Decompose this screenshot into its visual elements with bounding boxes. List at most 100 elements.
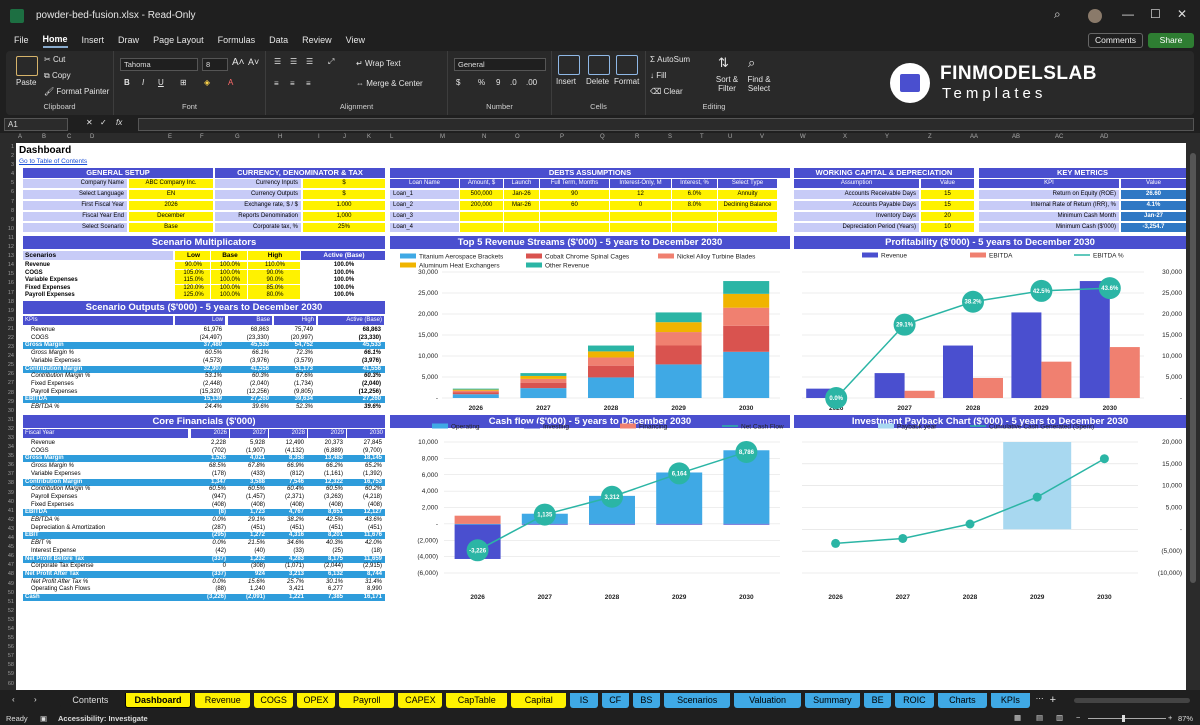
sort-filter-button[interactable]: Sort & Filter: [712, 75, 742, 93]
row-header[interactable]: 31: [0, 416, 16, 425]
row-header[interactable]: 32: [0, 425, 16, 434]
debts-cell[interactable]: 8.0%: [672, 201, 717, 210]
sheet-tab-bs[interactable]: BS: [632, 693, 660, 708]
debts-cell[interactable]: [610, 212, 671, 221]
orientation-icon[interactable]: ⤢: [328, 57, 334, 67]
menu-insert[interactable]: Insert: [82, 35, 105, 47]
sm-cell[interactable]: 120.0%: [175, 284, 210, 292]
column-header[interactable]: O: [515, 134, 520, 140]
column-header[interactable]: AB: [1012, 134, 1020, 140]
row-header[interactable]: 46: [0, 552, 16, 561]
row-header[interactable]: 6: [0, 188, 16, 197]
worksheet[interactable]: Dashboard Go to Table of Contents GENERA…: [16, 143, 1186, 690]
wc-input[interactable]: 10: [921, 223, 974, 232]
debts-cell[interactable]: [718, 223, 777, 232]
column-header[interactable]: Y: [885, 134, 889, 140]
column-header[interactable]: I: [318, 134, 320, 140]
font-name-select[interactable]: Tahoma: [120, 58, 198, 71]
column-header[interactable]: C: [67, 134, 71, 140]
row-header[interactable]: 47: [0, 561, 16, 570]
row-header[interactable]: 30: [0, 407, 16, 416]
debts-cell[interactable]: [672, 223, 717, 232]
column-header[interactable]: A: [18, 134, 22, 140]
sheet-tab-dashboard[interactable]: Dashboard: [124, 693, 192, 708]
confirm-icon[interactable]: ✓: [100, 118, 107, 127]
sm-cell[interactable]: 90.0%: [248, 269, 300, 277]
column-header[interactable]: AC: [1055, 134, 1063, 140]
column-header[interactable]: L: [390, 134, 393, 140]
row-header[interactable]: 41: [0, 507, 16, 516]
sheet-tab-is[interactable]: IS: [570, 693, 598, 708]
row-header[interactable]: 55: [0, 634, 16, 643]
sheet-tab-cogs[interactable]: COGS: [254, 693, 293, 708]
column-header[interactable]: P: [560, 134, 564, 140]
search-icon[interactable]: ⌕: [1054, 7, 1061, 22]
close-icon[interactable]: ✕: [1177, 7, 1187, 21]
column-header[interactable]: W: [800, 134, 806, 140]
align-top-icon[interactable]: ☰: [274, 57, 281, 66]
sm-cell[interactable]: 110.0%: [248, 262, 300, 269]
column-header[interactable]: X: [843, 134, 847, 140]
row-header[interactable]: 3: [0, 161, 16, 170]
sheet-tab-kpis[interactable]: KPIs: [991, 693, 1030, 708]
menu-file[interactable]: File: [14, 35, 29, 47]
menu-home[interactable]: Home: [42, 34, 68, 48]
merge-center-button[interactable]: ⇔ Merge & Center: [356, 79, 423, 88]
row-header[interactable]: 49: [0, 580, 16, 589]
sheet-tab-revenue[interactable]: Revenue: [195, 693, 251, 708]
currency-input[interactable]: 1,000: [303, 212, 385, 221]
row-header[interactable]: 2: [0, 152, 16, 161]
fx-icon[interactable]: fx: [116, 118, 122, 127]
debts-cell[interactable]: Annuity: [718, 190, 777, 199]
zoom-in-icon[interactable]: +: [1168, 713, 1172, 722]
setup-input[interactable]: December: [129, 212, 213, 221]
font-color-icon[interactable]: A: [228, 78, 233, 87]
row-header[interactable]: 53: [0, 616, 16, 625]
debts-cell[interactable]: [460, 223, 503, 232]
debts-cell[interactable]: Mar-26: [504, 201, 539, 210]
row-header[interactable]: 39: [0, 489, 16, 498]
decrease-decimal-icon[interactable]: .00: [526, 78, 537, 87]
sheet-tab-capital[interactable]: Capital: [511, 693, 567, 708]
row-header[interactable]: 12: [0, 243, 16, 252]
comma-icon[interactable]: 9: [496, 78, 500, 87]
row-header[interactable]: 13: [0, 252, 16, 261]
menu-data[interactable]: Data: [269, 35, 288, 47]
column-header[interactable]: T: [700, 134, 704, 140]
add-sheet-icon[interactable]: +: [1050, 694, 1056, 706]
vertical-scrollbar[interactable]: [1186, 143, 1200, 690]
sm-cell[interactable]: 100.0%: [211, 262, 247, 269]
zoom-level[interactable]: 87%: [1178, 714, 1193, 723]
row-header[interactable]: 59: [0, 670, 16, 679]
page-break-icon[interactable]: ▥: [1056, 713, 1063, 722]
sheet-tab-charts[interactable]: Charts: [937, 693, 988, 708]
format-button[interactable]: Format: [614, 77, 639, 86]
row-header[interactable]: 5: [0, 179, 16, 188]
setup-input[interactable]: Base: [129, 223, 213, 232]
sm-cell[interactable]: 80.0%: [248, 292, 300, 299]
row-header[interactable]: 9: [0, 216, 16, 225]
sheet-tab-roic[interactable]: ROIC: [895, 693, 934, 708]
horizontal-scrollbar[interactable]: [1073, 698, 1190, 703]
sheet-tab-scenarios[interactable]: Scenarios: [664, 693, 731, 708]
sheet-tabs-more-icon[interactable]: ⋯: [1036, 694, 1044, 703]
debts-cell[interactable]: [610, 223, 671, 232]
row-header[interactable]: 33: [0, 434, 16, 443]
row-header[interactable]: 20: [0, 316, 16, 325]
column-header[interactable]: R: [635, 134, 639, 140]
row-header[interactable]: 25: [0, 361, 16, 370]
debts-cell[interactable]: 12: [610, 190, 671, 199]
align-bottom-icon[interactable]: ☰: [306, 57, 313, 66]
sm-cell[interactable]: 100.0%: [211, 292, 247, 299]
column-header[interactable]: N: [482, 134, 486, 140]
menu-formulas[interactable]: Formulas: [218, 35, 256, 47]
minimize-icon[interactable]: —: [1122, 7, 1134, 21]
debts-cell[interactable]: [540, 223, 609, 232]
wc-input[interactable]: 15: [921, 190, 974, 199]
setup-input[interactable]: EN: [129, 190, 213, 199]
macro-icon[interactable]: ▣: [40, 714, 47, 723]
normal-view-icon[interactable]: ▦: [1014, 713, 1021, 722]
underline-button[interactable]: U: [158, 78, 164, 87]
row-header[interactable]: 45: [0, 543, 16, 552]
row-header[interactable]: 58: [0, 661, 16, 670]
